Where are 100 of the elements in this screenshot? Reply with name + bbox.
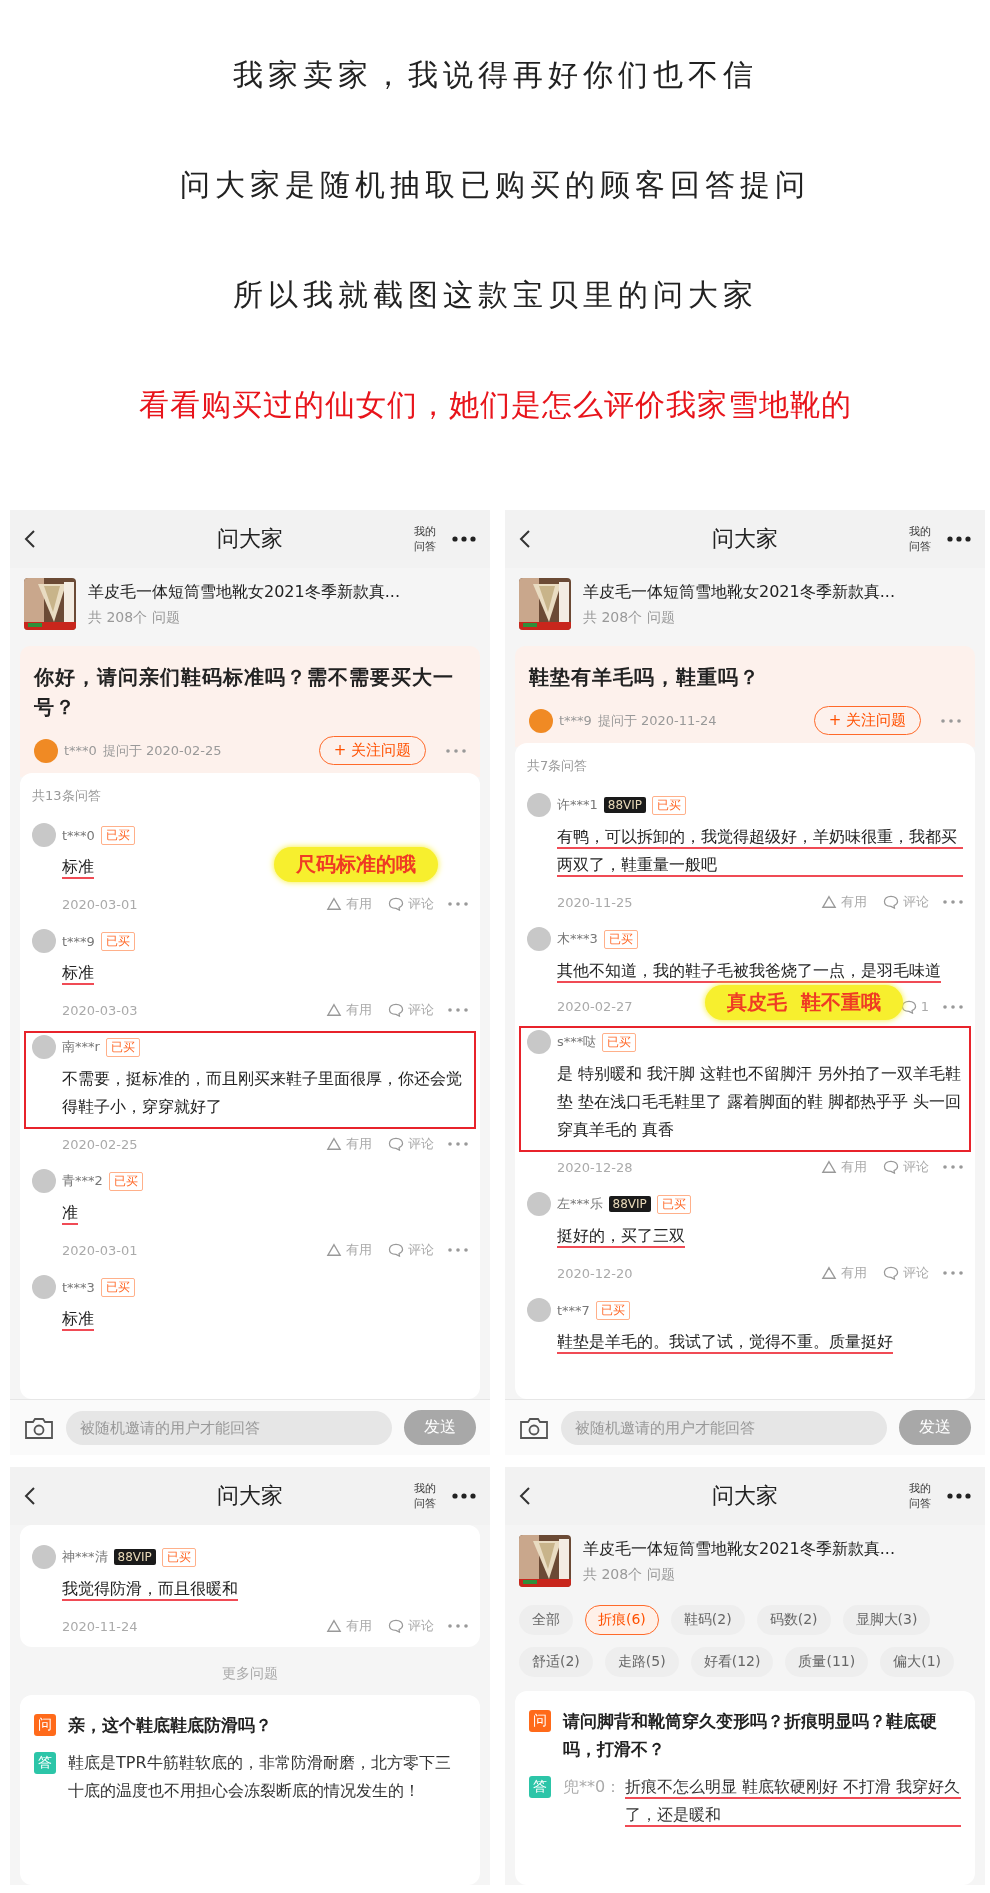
purchased-badge: 已买	[161, 1547, 196, 1567]
useful-button[interactable]: 有用	[821, 1264, 867, 1282]
comment-icon	[388, 1619, 404, 1633]
avatar	[32, 1545, 56, 1569]
triangle-icon	[821, 1266, 837, 1280]
filter-tag[interactable]: 偏大(1)	[880, 1647, 955, 1677]
purchased-badge: 已买	[105, 1037, 140, 1057]
product-name[interactable]: 羊皮毛一体短筒雪地靴女2021冬季新款真...	[88, 581, 400, 603]
page-title: 问大家	[711, 525, 779, 553]
comment-button[interactable]: 评论	[388, 1241, 434, 1259]
comment-button[interactable]: 评论	[883, 1264, 929, 1282]
purchased-badge: 已买	[656, 1194, 691, 1214]
answer-count: 共13条问答	[32, 787, 102, 805]
question-count: 共 208个 问题	[583, 1565, 676, 1584]
my-answers-link[interactable]: 我的问答	[908, 1481, 933, 1511]
question-text[interactable]: 亲，这个鞋底鞋底防滑吗？	[68, 1711, 272, 1739]
vip-badge: 88VIP	[113, 1549, 156, 1565]
filter-tag[interactable]: 质量(11)	[785, 1647, 869, 1677]
my-answers-link[interactable]: 我的问答	[413, 524, 438, 554]
filter-tag[interactable]: 折痕(6)	[585, 1605, 659, 1635]
camera-icon[interactable]	[24, 1415, 54, 1440]
answerer-name: 兜**0：	[563, 1776, 622, 1798]
more-icon[interactable]	[947, 1493, 971, 1499]
product-name[interactable]: 羊皮毛一体短筒雪地靴女2021冬季新款真...	[583, 1538, 895, 1560]
intro-text: 看看购买过的仙女们，她们是怎么评价我家雪地靴的	[138, 385, 852, 424]
purchased-badge: 已买	[100, 825, 135, 845]
avatar	[32, 1169, 56, 1193]
answer-date: 2020-02-27	[557, 999, 633, 1014]
answer-text: 鞋底是TPR牛筋鞋软底的，非常防滑耐磨，北方零下三十底的温度也不用担心会冻裂断底的情况发生的！	[68, 1752, 452, 1802]
user-name: t***0	[62, 827, 95, 843]
comment-button[interactable]: 1	[900, 999, 929, 1014]
filter-tag[interactable]: 全部	[519, 1605, 573, 1635]
useful-button[interactable]: 有用	[821, 1158, 867, 1176]
question-text: 鞋垫有羊毛吗，鞋重吗？	[529, 664, 761, 691]
comment-button[interactable]: 评论	[388, 1135, 434, 1153]
comment-button[interactable]: 评论	[388, 1001, 434, 1019]
purchased-badge: 已买	[108, 1171, 143, 1191]
filter-tag[interactable]: 舒适(2)	[519, 1647, 593, 1677]
user-name: 许***1	[557, 796, 598, 814]
back-icon[interactable]	[24, 1486, 36, 1506]
intro-text: 我家卖家，我说得再好你们也不信	[232, 55, 758, 94]
purchased-badge: 已买	[100, 1277, 135, 1297]
avatar	[527, 927, 551, 951]
comment-button[interactable]: 评论	[883, 893, 929, 911]
avatar	[527, 793, 551, 817]
user-name: s***哒	[557, 1033, 597, 1051]
filter-tag[interactable]: 走路(5)	[604, 1647, 679, 1677]
purchased-badge: 已买	[603, 929, 638, 949]
filter-tag[interactable]: 显脚大(3)	[842, 1605, 931, 1635]
user-name: t***7	[557, 1302, 590, 1318]
triangle-icon	[326, 1619, 342, 1633]
more-icon[interactable]	[452, 1493, 476, 1499]
answer-badge: 答	[34, 1752, 56, 1774]
avatar	[527, 1192, 551, 1216]
send-button[interactable]: 发送	[404, 1410, 476, 1445]
back-icon[interactable]	[24, 529, 36, 549]
my-answers-link[interactable]: 我的问答	[908, 524, 933, 554]
filter-tag[interactable]: 鞋码(2)	[670, 1605, 745, 1635]
useful-button[interactable]: 有用	[326, 1617, 372, 1635]
answer-badge: 答	[529, 1776, 551, 1798]
question-count: 共 208个 问题	[583, 608, 676, 627]
question-badge: 问	[34, 1714, 56, 1736]
useful-button[interactable]: 有用	[821, 893, 867, 911]
question-badge: 问	[529, 1710, 551, 1732]
back-icon[interactable]	[519, 1486, 531, 1506]
triangle-icon	[821, 895, 837, 909]
user-name: 左***乐	[557, 1195, 603, 1213]
back-icon[interactable]	[519, 529, 531, 549]
useful-button[interactable]: 有用	[326, 1001, 372, 1019]
user-name: 木***3	[557, 930, 598, 948]
product-name[interactable]: 羊皮毛一体短筒雪地靴女2021冬季新款真...	[583, 581, 895, 603]
avatar	[529, 708, 553, 733]
avatar	[32, 1275, 56, 1299]
useful-button[interactable]: 有用	[326, 1241, 372, 1259]
filter-tag[interactable]: 码数(2)	[756, 1605, 831, 1635]
comment-button[interactable]: 评论	[388, 1617, 434, 1635]
question-text[interactable]: 请问脚背和靴筒穿久变形吗？折痕明显吗？鞋底硬吗，打滑不？	[563, 1707, 961, 1763]
camera-icon[interactable]	[519, 1415, 549, 1440]
useful-button[interactable]: 有用	[326, 895, 372, 913]
comment-button[interactable]: 评论	[883, 1158, 929, 1176]
question-time: 提问于 2020-11-24	[597, 711, 717, 730]
my-answers-link[interactable]: 我的问答	[413, 1481, 438, 1511]
filter-tag[interactable]: 好看(12)	[690, 1647, 774, 1677]
purchased-badge: 已买	[100, 931, 135, 951]
answer-date: 2020-12-20	[557, 1265, 633, 1281]
useful-button[interactable]: 有用	[326, 1135, 372, 1153]
page-title: 问大家	[216, 525, 284, 553]
purchased-badge: 已买	[652, 795, 687, 815]
answer-text: 不需要，挺标准的，而且刚买来鞋子里面很厚，你还会觉得鞋子小，穿穿就好了	[62, 1068, 463, 1118]
comment-button[interactable]: 评论	[388, 895, 434, 913]
page-title: 问大家	[711, 1482, 779, 1510]
comment-icon	[883, 895, 899, 909]
user-name: t***9	[62, 933, 95, 949]
more-icon[interactable]	[452, 536, 476, 542]
answer-date: 2020-02-25	[62, 1136, 138, 1152]
send-button[interactable]: 发送	[899, 1410, 971, 1445]
triangle-icon	[326, 897, 342, 911]
avatar	[32, 823, 56, 847]
more-icon[interactable]	[947, 536, 971, 542]
question-text: 你好，请问亲们鞋码标准吗？需不需要买大一号？	[34, 664, 455, 721]
